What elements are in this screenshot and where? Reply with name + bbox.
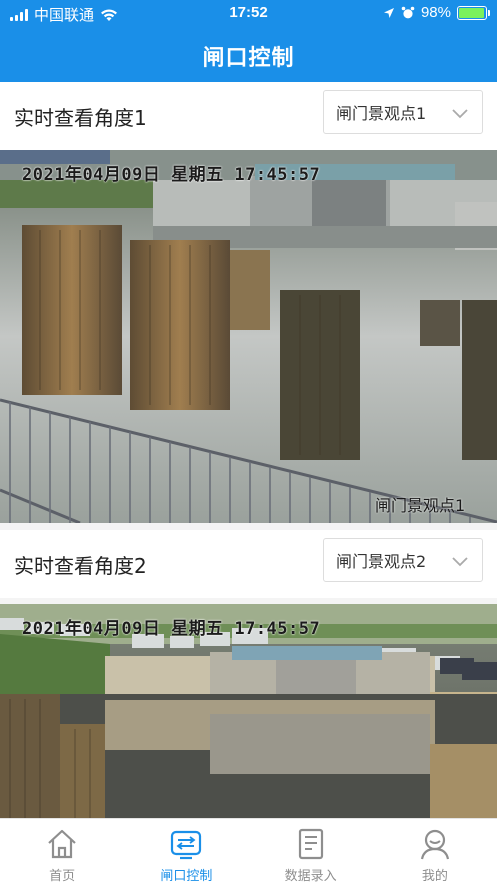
battery-icon (457, 5, 490, 20)
location-icon (383, 7, 394, 18)
view-1-video[interactable]: 2021年04月09日 星期五 17:45:57 闸门景观点1 (0, 150, 497, 523)
chevron-down-icon (452, 557, 468, 567)
river-camera-image-1 (0, 150, 497, 523)
gate-control-icon (171, 830, 202, 860)
view-2-video[interactable]: 2021年04月09日 星期五 17:45:57 (0, 604, 497, 818)
page-title: 闸口控制 (202, 46, 295, 71)
bottom-tab-bar: 首页 闸口控制 数据录入 我的 (0, 818, 497, 883)
document-icon (298, 828, 323, 860)
tab-label-data-entry: 数据录入 (284, 869, 337, 883)
view-1-osd-datetime: 2021年04月09日 星期五 17:45:57 (22, 165, 321, 185)
view-1-title: 实时查看角度1 (14, 106, 147, 130)
tab-label-profile: 我的 (421, 869, 448, 883)
tab-label-gate-control: 闸口控制 (160, 869, 213, 883)
home-icon (48, 829, 76, 859)
view-2-header: 实时查看角度2 闸门景观点2 (0, 530, 497, 598)
chevron-down-icon (452, 109, 468, 119)
battery-percent: 98% (420, 4, 451, 21)
status-bar: 中国联通 17:52 98% (0, 0, 497, 28)
view-2-title: 实时查看角度2 (14, 554, 147, 578)
view-2-camera-select[interactable]: 闸门景观点2 (323, 538, 483, 582)
tab-home[interactable]: 首页 (0, 819, 124, 883)
tab-profile[interactable]: 我的 (373, 819, 497, 883)
tab-label-home: 首页 (49, 869, 76, 883)
view-1-camera-select[interactable]: 闸门景观点1 (323, 90, 483, 134)
alarm-icon (401, 6, 415, 18)
tab-data-entry[interactable]: 数据录入 (249, 819, 373, 883)
app-header: 中国联通 17:52 98% 闸口控制 (0, 0, 497, 82)
view-1-selected-value: 闸门景观点1 (336, 104, 427, 123)
view-2-osd-datetime: 2021年04月09日 星期五 17:45:57 (22, 619, 321, 639)
profile-icon (420, 829, 449, 860)
view-1-header: 实时查看角度1 闸门景观点1 (0, 82, 497, 150)
view-2-selected-value: 闸门景观点2 (336, 552, 427, 571)
tab-gate-control[interactable]: 闸口控制 (124, 819, 248, 883)
view-1-camera-label: 闸门景观点1 (375, 496, 466, 515)
